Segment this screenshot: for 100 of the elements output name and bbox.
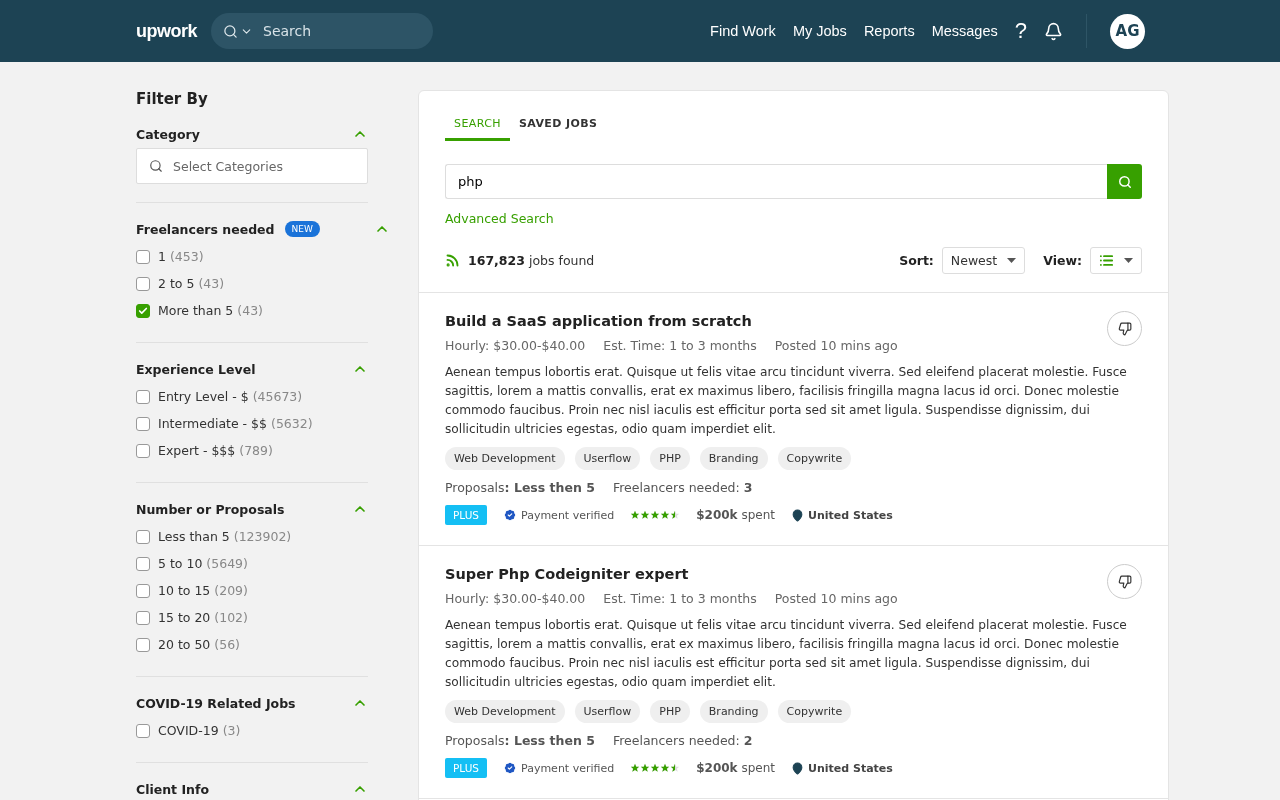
- option-count: (43): [237, 303, 263, 318]
- section-title: COVID-19 Related Jobs: [136, 695, 296, 711]
- skill-tag[interactable]: Copywrite: [777, 447, 852, 470]
- option-count: (102): [214, 610, 248, 625]
- jobs-count: 167,823: [468, 253, 525, 268]
- option-count: (3): [222, 723, 241, 738]
- star-icon: [650, 510, 661, 520]
- skill-tag[interactable]: PHP: [650, 447, 690, 470]
- option-count: (453): [169, 249, 204, 264]
- avatar[interactable]: AG: [1110, 13, 1145, 49]
- option-label: 15 to 20: [158, 610, 211, 625]
- filter-title: Filter By: [136, 90, 209, 108]
- checkbox[interactable]: [136, 723, 150, 738]
- search-icon: [1117, 174, 1132, 189]
- proposals-text: Proposals: Less then 5: [445, 733, 595, 748]
- job-description: Aenean tempus lobortis erat. Quisque ut felis vitae arcu tincidunt viverra. Sed eleifend placerat molestie. Fusce sagittis, lorem a mattis convallis, erat ex maximus libero, facilisis fringilla magna lacus id orci. Donec molestie commodo faucibus. Proin nec nisl iaculis est efficitur porta sed sit amet ligula. Suspendisse dignissim, dui sollicitudin ultricies egestas, odio quam imperdiet elit.: [445, 364, 1128, 438]
- checkbox[interactable]: [136, 443, 150, 458]
- job-description: Aenean tempus lobortis erat. Quisque ut felis vitae arcu tincidunt viverra. Sed eleifend placerat molestie. Fusce sagittis, lorem a mattis convallis, erat ex maximus libero, facilisis fringilla magna lacus id orci. Donec molestie commodo faucibus. Proin nec nisl iaculis est efficitur porta sed sit amet ligula. Suspendisse dignissim, dui sollicitudin ultricies egestas, odio quam imperdiet elit.: [445, 617, 1128, 691]
- rss-icon[interactable]: [445, 253, 460, 268]
- skill-tag[interactable]: Userflow: [574, 700, 641, 723]
- section-title: Client Info: [136, 781, 210, 797]
- checkbox[interactable]: [136, 583, 150, 598]
- thumbs-down-icon: [1117, 574, 1132, 589]
- search-button[interactable]: [1107, 164, 1142, 199]
- skill-tag[interactable]: Web Development: [445, 700, 565, 723]
- freelancers-needed-text: Freelancers needed: 3: [612, 480, 753, 495]
- option-label: Intermediate - $$: [158, 416, 267, 431]
- view-label: View:: [1043, 253, 1082, 268]
- search-field[interactable]: php: [445, 164, 1107, 199]
- star-icon: [630, 510, 641, 520]
- view-dropdown[interactable]: [1090, 247, 1142, 274]
- checkbox[interactable]: [136, 637, 150, 652]
- help-link[interactable]: ?: [1014, 18, 1027, 44]
- option-label: 2 to 5: [158, 276, 195, 291]
- posted-time: Posted 10 mins ago: [774, 338, 898, 353]
- nav-link[interactable]: Messages: [931, 23, 998, 39]
- plus-badge: PLUS: [445, 758, 487, 778]
- verified-icon: [503, 508, 517, 522]
- option-label: 1: [158, 249, 166, 264]
- proposals-text: Proposals: Less then 5: [445, 480, 595, 495]
- skill-tag[interactable]: PHP: [650, 700, 690, 723]
- checkbox[interactable]: [136, 389, 150, 404]
- hourly-rate: Hourly: $30.00-$40.00: [445, 338, 586, 353]
- verified-icon: [503, 761, 517, 775]
- skill-tag[interactable]: Branding: [699, 447, 768, 470]
- advanced-search-link[interactable]: Advanced Search: [445, 211, 554, 226]
- payment-verified-text: Payment verified: [521, 761, 615, 775]
- logo[interactable]: upwork: [136, 20, 197, 42]
- job-title[interactable]: Super Php Codeigniter expert: [445, 566, 689, 582]
- thumbs-down-icon: [1117, 321, 1132, 336]
- freelancers-needed-text: Freelancers needed: 2: [612, 733, 753, 748]
- checkbox[interactable]: [136, 303, 150, 318]
- checkbox[interactable]: [136, 276, 150, 291]
- option-count: (123902): [233, 529, 292, 544]
- checkbox[interactable]: [136, 556, 150, 571]
- option-label: 5 to 10: [158, 556, 203, 571]
- list-view-icon: [1099, 253, 1114, 268]
- sort-dropdown[interactable]: Newest: [941, 247, 1026, 274]
- option-count: (45673): [252, 389, 303, 404]
- search-icon: [223, 23, 238, 39]
- option-label: 20 to 50: [158, 637, 211, 652]
- skill-tag[interactable]: Copywrite: [777, 700, 852, 723]
- tab[interactable]: SAVED JOBS: [509, 113, 607, 141]
- star-icon: [650, 763, 661, 773]
- dislike-button[interactable]: [1107, 564, 1142, 599]
- search-input[interactable]: Search: [261, 22, 415, 40]
- hourly-rate: Hourly: $30.00-$40.00: [445, 591, 586, 606]
- star-icon: [660, 510, 671, 520]
- option-count: (789): [239, 443, 273, 458]
- nav-link[interactable]: Find Work: [710, 23, 776, 39]
- search-bar[interactable]: Search: [211, 13, 433, 49]
- job-title[interactable]: Build a SaaS application from scratch: [445, 313, 752, 329]
- checkbox[interactable]: [136, 416, 150, 431]
- jobs-found-label: jobs found: [528, 253, 595, 268]
- dislike-button[interactable]: [1107, 311, 1142, 346]
- caret-icon: [1124, 258, 1133, 263]
- nav-link[interactable]: My Jobs: [792, 23, 847, 39]
- option-label: COVID-19: [158, 723, 219, 738]
- star-icon: [640, 510, 651, 520]
- posted-time: Posted 10 mins ago: [774, 591, 898, 606]
- checkbox[interactable]: [136, 529, 150, 544]
- sort-label: Sort:: [899, 253, 934, 268]
- option-label: Less than 5: [158, 529, 230, 544]
- nav-link[interactable]: Reports: [863, 23, 915, 39]
- skill-tag[interactable]: Web Development: [445, 447, 565, 470]
- option-label: More than 5: [158, 303, 234, 318]
- section-title: Freelancers needed: [136, 221, 275, 237]
- category-search-bar[interactable]: Select Categories: [136, 148, 368, 184]
- notifications-icon[interactable]: [1044, 21, 1063, 41]
- amount-spent: $200k spent: [696, 508, 775, 522]
- skill-tag[interactable]: Userflow: [574, 447, 641, 470]
- skill-tag[interactable]: Branding: [699, 700, 768, 723]
- option-count: (5632): [271, 416, 313, 431]
- checkbox[interactable]: [136, 610, 150, 625]
- location-text: United States: [808, 761, 893, 775]
- checkbox[interactable]: [136, 249, 150, 264]
- option-label: 10 to 15: [158, 583, 211, 598]
- section-title: Number or Proposals: [136, 501, 285, 517]
- star-icon: [670, 510, 681, 520]
- star-icon: [670, 763, 681, 773]
